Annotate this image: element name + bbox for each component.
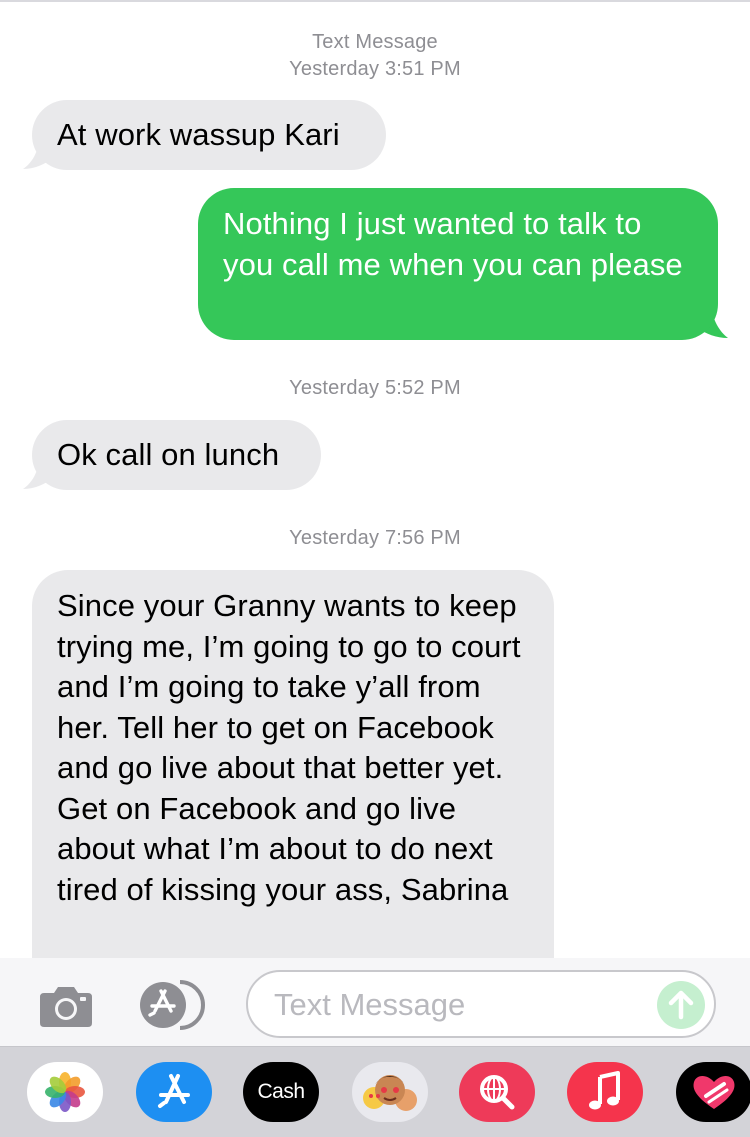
timestamp: Yesterday 7:56 PM	[289, 527, 461, 549]
message-bubble-incoming[interactable]: At work wassup Kari	[32, 100, 386, 170]
message-bubble-incoming[interactable]: Since your Granny wants to keep trying m…	[32, 570, 554, 958]
message-bubble-outgoing[interactable]: Nothing I just wanted to talk to you cal…	[198, 188, 718, 340]
cash-app-icon[interactable]: Cash	[243, 1062, 319, 1122]
timestamp: Yesterday 5:52 PM	[289, 377, 461, 399]
app-drawer: Cash	[0, 1046, 750, 1137]
memoji-icon[interactable]	[352, 1062, 428, 1122]
camera-icon[interactable]	[36, 985, 96, 1029]
send-arrow-icon	[668, 990, 694, 1020]
app-store-icon[interactable]	[138, 980, 214, 1030]
thread-header-label: Text Message	[312, 31, 438, 53]
photos-icon[interactable]	[27, 1062, 103, 1122]
timestamp: Yesterday 3:51 PM	[289, 58, 461, 80]
digital-touch-icon[interactable]	[676, 1062, 750, 1122]
message-input-placeholder: Text Message	[274, 987, 466, 1022]
send-button[interactable]	[657, 981, 705, 1029]
message-input[interactable]: Text Message	[246, 970, 716, 1038]
cash-app-label: Cash	[257, 1080, 305, 1103]
image-search-icon[interactable]	[459, 1062, 535, 1122]
message-bubble-incoming[interactable]: Ok call on lunch	[32, 420, 321, 490]
app-store-icon[interactable]	[136, 1062, 212, 1122]
music-icon[interactable]	[567, 1062, 643, 1122]
message-thread[interactable]: Text Message Yesterday 3:51 PM At work w…	[0, 0, 750, 958]
